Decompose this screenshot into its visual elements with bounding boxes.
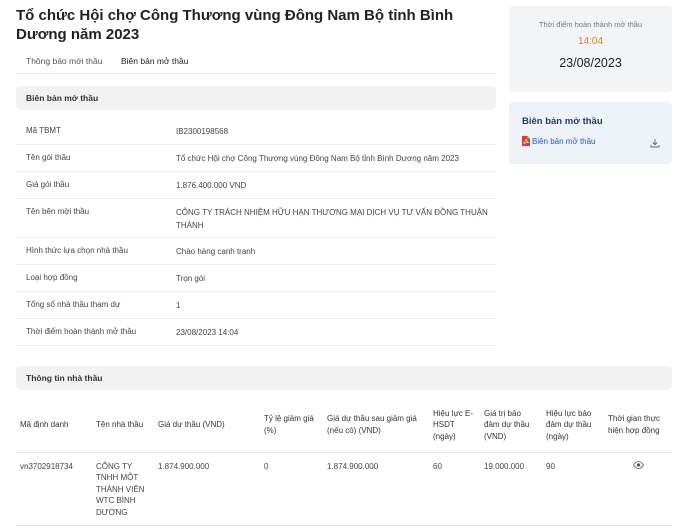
download-icon[interactable] <box>650 138 660 148</box>
cell-id: vn3702918734 <box>16 452 92 526</box>
info-row-bid-code: Mã TBMT IB2300198568 <box>16 118 496 145</box>
pdf-icon <box>522 136 530 146</box>
info-key: Tổng số nhà thầu tham dự <box>26 300 121 309</box>
info-value: 1 <box>176 301 181 310</box>
cell-duration <box>604 452 672 526</box>
tab-bar: Thông báo mời thầu Biên bản mở thầu <box>16 50 496 74</box>
info-row-package-name: Tên gói thầu Tổ chức Hội chợ Công Thương… <box>16 145 496 172</box>
info-key: Mã TBMT <box>26 126 61 135</box>
tab-bid-notice[interactable]: Thông báo mời thầu <box>26 56 102 66</box>
info-row-selection-method: Hình thức lựa chọn nhà thầu Chào hàng cạ… <box>16 238 496 265</box>
tab-opening-report[interactable]: Biên bản mở thầu <box>121 56 188 66</box>
col-header-name: Tên nhà thầu <box>92 398 154 453</box>
info-key: Hình thức lựa chọn nhà thầu <box>26 246 128 255</box>
cell-guarantee-validity: 90 <box>542 452 604 526</box>
col-header-validity: Hiệu lực E-HSDT (ngày) <box>429 398 480 453</box>
table-row: vn3702918734 CÔNG TY TNHH MỘT THÀNH VIÊN… <box>16 452 672 526</box>
info-row-procuring-entity: Tên bên mời thầu CÔNG TY TRÁCH NHIỆM HỮU… <box>16 199 496 238</box>
col-header-guarantee-value: Giá trị bảo đảm dự thầu (VND) <box>480 398 542 453</box>
attachment-file-link[interactable]: Biên bản mở thầu <box>522 136 596 146</box>
info-key: Thời điểm hoàn thành mở thầu <box>26 327 137 336</box>
attachment-file-name: Biên bản mở thầu <box>532 136 596 146</box>
info-key: Giá gói thầu <box>26 180 70 189</box>
info-row-package-price: Giá gói thầu 1.876.400.000 VND <box>16 172 496 199</box>
eye-icon[interactable] <box>632 460 644 469</box>
cell-price-after-discount: 1.874.900.000 <box>323 452 429 526</box>
contractor-info-header: Thông tin nhà thầu <box>16 366 672 390</box>
info-row-completion-time: Thời điểm hoàn thành mở thầu 23/08/2023 … <box>16 319 496 346</box>
col-header-discount-rate: Tỷ lệ giảm giá (%) <box>260 398 323 453</box>
col-header-id: Mã định danh <box>16 398 92 453</box>
completion-time-label: Thời điểm hoàn thành mở thầu <box>538 20 643 29</box>
info-value: 23/08/2023 14:04 <box>176 328 239 337</box>
info-value: Chào hàng cạnh tranh <box>176 247 256 256</box>
completion-time-value: 14:04 <box>577 36 604 47</box>
page-title: Tổ chức Hội chợ Công Thương vùng Đông Na… <box>16 7 454 43</box>
info-value: IB2300198568 <box>176 127 229 136</box>
attachment-card: Biên bản mở thầu Biên bản mở thầu <box>509 102 672 164</box>
completion-time-card: Thời điểm hoàn thành mở thầu 14:04 23/08… <box>509 6 672 92</box>
col-header-bid-price: Giá dự thầu (VND) <box>154 398 260 453</box>
info-value: Tổ chức Hội chợ Công Thương vùng Đông Na… <box>176 154 459 163</box>
info-key: Tên gói thầu <box>26 153 71 162</box>
info-key: Tên bên mời thầu <box>26 207 90 216</box>
info-value: Trọn gói <box>176 274 206 283</box>
contractor-table: Mã định danh Tên nhà thầu Giá dự thầu (V… <box>16 398 672 526</box>
info-key: Loại hợp đồng <box>26 273 78 282</box>
info-value: 1.876.400.000 VND <box>176 181 247 190</box>
cell-name: CÔNG TY TNHH MỘT THÀNH VIÊN WTC BÌNH DƯƠ… <box>92 452 154 526</box>
opening-report-header: Biên bản mở thầu <box>16 86 496 110</box>
table-header-row: Mã định danh Tên nhà thầu Giá dự thầu (V… <box>16 398 672 453</box>
info-value: CÔNG TY TRÁCH NHIỆM HỮU HẠN THƯƠNG MẠI D… <box>176 208 488 230</box>
completion-date-value: 23/08/2023 <box>559 56 622 70</box>
col-header-price-after-discount: Giá dự thầu sau giảm giá (nếu có) (VND) <box>323 398 429 453</box>
info-row-bidder-count: Tổng số nhà thầu tham dự 1 <box>16 292 496 319</box>
cell-guarantee-value: 19.000.000 <box>480 452 542 526</box>
attachment-card-title: Biên bản mở thầu <box>522 116 603 127</box>
info-row-contract-type: Loại hợp đồng Trọn gói <box>16 265 496 292</box>
col-header-duration: Thời gian thực hiện hợp đồng <box>604 398 672 453</box>
cell-validity: 60 <box>429 452 480 526</box>
col-header-guarantee-validity: Hiệu lực bảo đảm dự thầu (ngày) <box>542 398 604 453</box>
opening-report-table: Mã TBMT IB2300198568 Tên gói thầu Tổ chứ… <box>16 118 496 346</box>
cell-discount-rate: 0 <box>260 452 323 526</box>
cell-bid-price: 1.874.900.000 <box>154 452 260 526</box>
